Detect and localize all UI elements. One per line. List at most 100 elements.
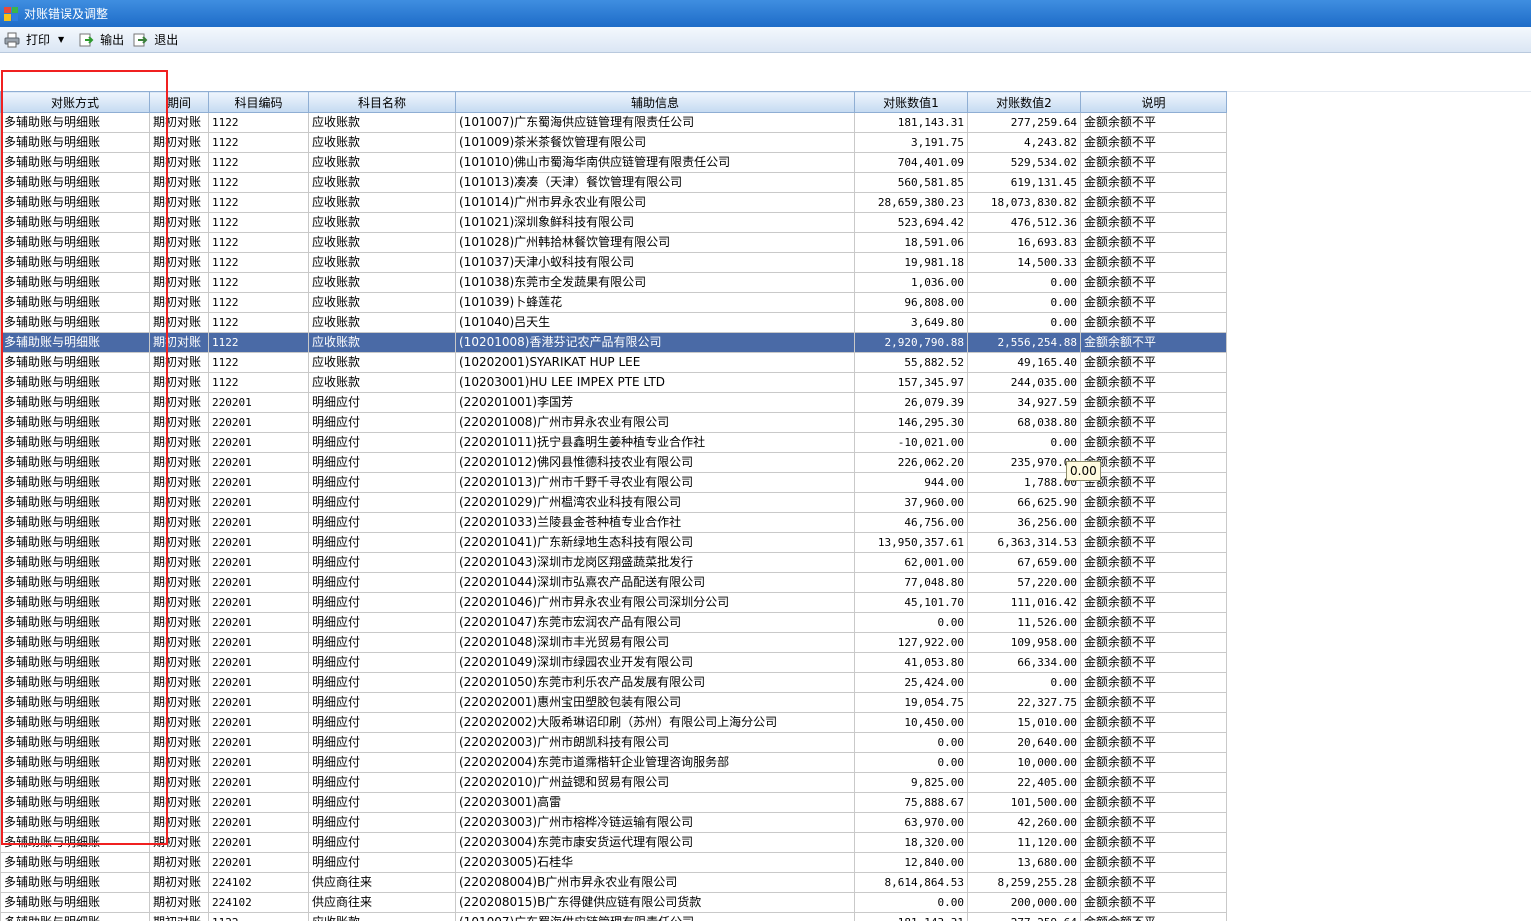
- cell-value2[interactable]: 34,927.59: [967, 392, 1081, 413]
- cell-note[interactable]: 金额余额不平: [1080, 252, 1227, 273]
- cell-value2[interactable]: 22,405.00: [967, 772, 1081, 793]
- cell-method[interactable]: 多辅助账与明细账: [0, 132, 150, 153]
- cell-account-code[interactable]: 224102: [208, 892, 309, 913]
- table-row[interactable]: 多辅助账与明细账 期初对账 220201 明细应付 (220201048)深圳市丰光贸易…: [0, 632, 1227, 653]
- cell-aux-info[interactable]: (220202001)惠州宝田塑胶包装有限公司: [455, 692, 855, 713]
- cell-note[interactable]: 金额余额不平: [1080, 872, 1227, 893]
- cell-aux-info[interactable]: (220208004)B广州市昇永农业有限公司: [455, 872, 855, 893]
- cell-value2[interactable]: 36,256.00: [967, 512, 1081, 533]
- cell-aux-info[interactable]: (101010)佛山市蜀海华南供应链管理有限责任公司: [455, 152, 855, 173]
- cell-period[interactable]: 期初对账: [149, 752, 209, 773]
- cell-aux-info[interactable]: (101037)天津小蚁科技有限公司: [455, 252, 855, 273]
- cell-period[interactable]: 期初对账: [149, 692, 209, 713]
- cell-account-name[interactable]: 明细应付: [308, 732, 456, 753]
- cell-value2[interactable]: 0.00: [967, 292, 1081, 313]
- cell-period[interactable]: 期初对账: [149, 492, 209, 513]
- cell-method[interactable]: 多辅助账与明细账: [0, 652, 150, 673]
- cell-value2[interactable]: 235,970.00: [967, 452, 1081, 473]
- cell-account-code[interactable]: 220201: [208, 492, 309, 513]
- cell-aux-info[interactable]: (220201047)东莞市宏润农产品有限公司: [455, 612, 855, 633]
- cell-value1[interactable]: 19,981.18: [854, 252, 968, 273]
- print-dropdown-arrow-icon[interactable]: ▼: [58, 35, 64, 44]
- cell-aux-info[interactable]: (101039)卜蜂莲花: [455, 292, 855, 313]
- table-row[interactable]: 多辅助账与明细账 期初对账 220201 明细应付 (220201001)李国芳 26,0…: [0, 392, 1227, 413]
- cell-value1[interactable]: 12,840.00: [854, 852, 968, 873]
- cell-account-name[interactable]: 应收账款: [308, 132, 456, 153]
- cell-account-name[interactable]: 明细应付: [308, 632, 456, 653]
- cell-note[interactable]: 金额余额不平: [1080, 612, 1227, 633]
- cell-note[interactable]: 金额余额不平: [1080, 212, 1227, 233]
- cell-aux-info[interactable]: (101028)广州韩拾林餐饮管理有限公司: [455, 232, 855, 253]
- cell-account-code[interactable]: 220201: [208, 432, 309, 453]
- cell-note[interactable]: 金额余额不平: [1080, 192, 1227, 213]
- cell-period[interactable]: 期初对账: [149, 112, 209, 133]
- cell-note[interactable]: 金额余额不平: [1080, 852, 1227, 873]
- table-row[interactable]: 多辅助账与明细账 期初对账 224102 供应商往来 (220208015)B广东得健供…: [0, 892, 1227, 913]
- table-row[interactable]: 多辅助账与明细账 期初对账 220201 明细应付 (220203005)石桂华 12,8…: [0, 852, 1227, 873]
- cell-note[interactable]: 金额余额不平: [1080, 232, 1227, 253]
- cell-value2[interactable]: 11,120.00: [967, 832, 1081, 853]
- cell-period[interactable]: 期初对账: [149, 152, 209, 173]
- cell-method[interactable]: 多辅助账与明细账: [0, 612, 150, 633]
- cell-aux-info[interactable]: (220201001)李国芳: [455, 392, 855, 413]
- cell-aux-info[interactable]: (101040)吕天生: [455, 312, 855, 333]
- cell-account-code[interactable]: 1122: [208, 352, 309, 373]
- cell-aux-info[interactable]: (220201008)广州市昇永农业有限公司: [455, 412, 855, 433]
- cell-method[interactable]: 多辅助账与明细账: [0, 592, 150, 613]
- cell-method[interactable]: 多辅助账与明细账: [0, 412, 150, 433]
- cell-note[interactable]: 金额余额不平: [1080, 712, 1227, 733]
- cell-period[interactable]: 期初对账: [149, 372, 209, 393]
- col-header-note[interactable]: 说明: [1080, 91, 1227, 113]
- cell-note[interactable]: 金额余额不平: [1080, 632, 1227, 653]
- cell-method[interactable]: 多辅助账与明细账: [0, 812, 150, 833]
- table-row[interactable]: 多辅助账与明细账 期初对账 220201 明细应付 (220203001)高雷 75,88…: [0, 792, 1227, 813]
- cell-value2[interactable]: 244,035.00: [967, 372, 1081, 393]
- cell-value1[interactable]: 704,401.09: [854, 152, 968, 173]
- cell-value1[interactable]: 523,694.42: [854, 212, 968, 233]
- cell-account-name[interactable]: 明细应付: [308, 412, 456, 433]
- cell-value1[interactable]: 3,191.75: [854, 132, 968, 153]
- cell-account-name[interactable]: 应收账款: [308, 272, 456, 293]
- cell-value2[interactable]: 11,526.00: [967, 612, 1081, 633]
- table-row[interactable]: 多辅助账与明细账期初对账1122应收账款(101007)广东蜀海供应链管理有限责…: [0, 112, 1227, 133]
- cell-account-code[interactable]: 220201: [208, 452, 309, 473]
- cell-period[interactable]: 期初对账: [149, 832, 209, 853]
- cell-value1[interactable]: 75,888.67: [854, 792, 968, 813]
- cell-note[interactable]: 金额余额不平: [1080, 452, 1227, 473]
- cell-value2[interactable]: 529,534.02: [967, 152, 1081, 173]
- cell-account-name[interactable]: 应收账款: [308, 232, 456, 253]
- table-row[interactable]: 多辅助账与明细账 期初对账 220201 明细应付 (220202003)广州市朗凯科技…: [0, 732, 1227, 753]
- cell-note[interactable]: 金额余额不平: [1080, 472, 1227, 493]
- cell-value1[interactable]: 18,591.06: [854, 232, 968, 253]
- cell-account-code[interactable]: 1122: [208, 212, 309, 233]
- cell-account-name[interactable]: 明细应付: [308, 812, 456, 833]
- cell-value1[interactable]: 146,295.30: [854, 412, 968, 433]
- cell-account-code[interactable]: 1122: [208, 272, 309, 293]
- cell-value1[interactable]: 0.00: [854, 732, 968, 753]
- table-row[interactable]: 多辅助账与明细账 期初对账 220201 明细应付 (220201047)东莞市宏润农产…: [0, 612, 1227, 633]
- table-row[interactable]: 多辅助账与明细账 期初对账 220201 明细应付 (220201049)深圳市绿园农业…: [0, 652, 1227, 673]
- cell-note[interactable]: 金额余额不平: [1080, 272, 1227, 293]
- cell-account-code[interactable]: 220201: [208, 632, 309, 653]
- table-row[interactable]: 多辅助账与明细账 期初对账 1122 应收账款 (101037)天津小蚁科技有限公司 19…: [0, 252, 1227, 273]
- cell-period[interactable]: 期初对账: [149, 792, 209, 813]
- cell-period[interactable]: 期初对账: [149, 512, 209, 533]
- table-row[interactable]: 多辅助账与明细账 期初对账 220201 明细应付 (220201043)深圳市龙岗区翔…: [0, 552, 1227, 573]
- cell-value2[interactable]: 1,788.00: [967, 472, 1081, 493]
- cell-account-name[interactable]: 明细应付: [308, 752, 456, 773]
- cell-value2[interactable]: 8,259,255.28: [967, 872, 1081, 893]
- cell-period[interactable]: 期初对账: [149, 892, 209, 913]
- cell-account-name[interactable]: 明细应付: [308, 572, 456, 593]
- cell-account-name[interactable]: 应收账款: [308, 312, 456, 333]
- cell-value1[interactable]: 127,922.00: [854, 632, 968, 653]
- cell-value1[interactable]: 181,143.31: [854, 912, 968, 921]
- cell-aux-info[interactable]: (220203005)石桂华: [455, 852, 855, 873]
- cell-account-code[interactable]: 220201: [208, 672, 309, 693]
- cell-value2[interactable]: 277,259.64: [967, 912, 1081, 921]
- cell-account-name[interactable]: 应收账款: [308, 352, 456, 373]
- cell-note[interactable]: 金额余额不平: [1080, 672, 1227, 693]
- cell-account-name[interactable]: 明细应付: [308, 472, 456, 493]
- cell-note[interactable]: 金额余额不平: [1080, 912, 1227, 921]
- cell-period[interactable]: 期初对账: [149, 652, 209, 673]
- cell-aux-info[interactable]: (220201044)深圳市弘熹农产品配送有限公司: [455, 572, 855, 593]
